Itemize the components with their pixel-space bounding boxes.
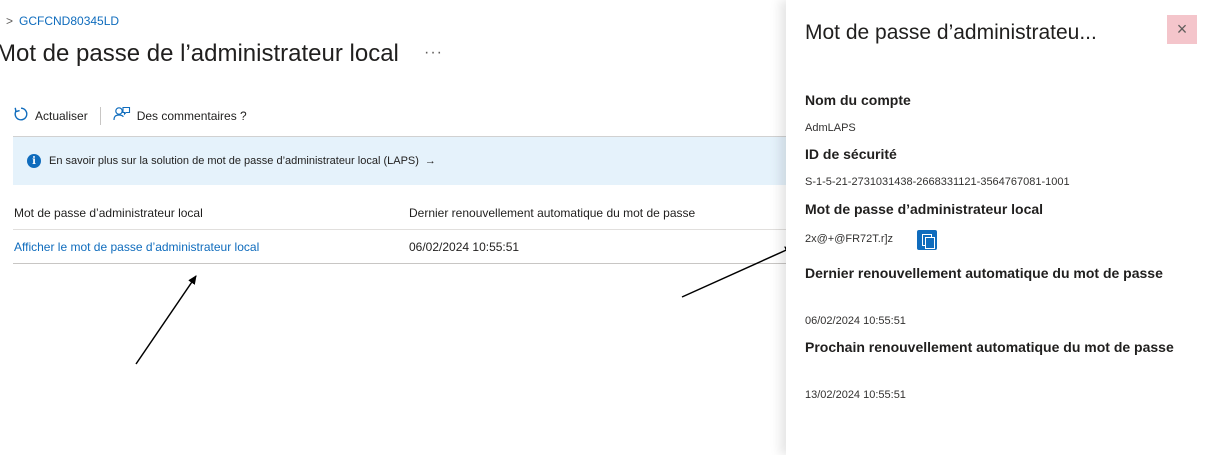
password-cell: Afficher le mot de passe d’administrateu… — [13, 240, 409, 254]
column-header-last-rotation: Dernier renouvellement automatique du mo… — [409, 205, 696, 220]
refresh-label: Actualiser — [35, 108, 88, 123]
page-title: Mot de passe de l’administrateur local — [0, 40, 399, 67]
last-rotation-value: 06/02/2024 10:55:51 — [805, 315, 906, 327]
more-options-button[interactable]: ··· — [424, 44, 443, 62]
laps-info-link[interactable]: En savoir plus sur la solution de mot de… — [49, 155, 419, 167]
last-rotation-label: Dernier renouvellement automatique du mo… — [805, 265, 1163, 281]
feedback-label: Des commentaires ? — [136, 108, 247, 123]
security-id-label: ID de sécurité — [805, 146, 897, 162]
toolbar: Actualiser Des commentaires ? — [13, 106, 247, 125]
column-header-password: Mot de passe d’administrateur local — [14, 205, 203, 220]
arrow-right-icon: → — [424, 155, 436, 167]
account-name-label: Nom du compte — [805, 92, 911, 108]
breadcrumb: > GCFCND80345LD — [6, 14, 119, 28]
info-banner: i En savoir plus sur la solution de mot … — [13, 136, 786, 185]
password-detail-panel: Mot de passe d’administrateu... × Nom du… — [786, 0, 1215, 455]
toolbar-divider — [99, 106, 101, 125]
breadcrumb-device-link[interactable]: GCFCND80345LD — [19, 14, 119, 28]
security-id-value: S-1-5-21-2731031438-2668331121-356476708… — [805, 176, 1070, 188]
account-name-value: AdmLAPS — [805, 122, 856, 134]
refresh-button[interactable]: Actualiser — [13, 106, 88, 125]
feedback-icon — [113, 106, 131, 125]
panel-title: Mot de passe d’administrateu... — [805, 21, 1097, 44]
table-header: Mot de passe d’administrateur local Dern… — [13, 196, 786, 230]
close-button[interactable]: × — [1167, 15, 1197, 44]
info-icon: i — [27, 154, 41, 168]
local-admin-password-value: 2x@+@FR72T.r]z — [805, 233, 894, 245]
last-rotation-cell: 06/02/2024 10:55:51 — [409, 239, 520, 254]
laps-table: Mot de passe d’administrateur local Dern… — [13, 196, 786, 264]
close-icon: × — [1176, 19, 1188, 39]
table-row: Afficher le mot de passe d’administrateu… — [13, 230, 786, 264]
main-content: > GCFCND80345LD Mot de passe de l’admini… — [0, 0, 786, 455]
local-admin-password-label: Mot de passe d’administrateur local — [805, 201, 1044, 217]
show-password-link[interactable]: Afficher le mot de passe d’administrateu… — [14, 240, 259, 254]
refresh-icon — [13, 106, 29, 125]
next-rotation-label: Prochain renouvellement automatique du m… — [805, 339, 1174, 355]
next-rotation-value: 13/02/2024 10:55:51 — [805, 389, 906, 401]
copy-password-button[interactable] — [917, 230, 937, 250]
feedback-button[interactable]: Des commentaires ? — [113, 106, 247, 125]
breadcrumb-separator: > — [6, 14, 14, 28]
